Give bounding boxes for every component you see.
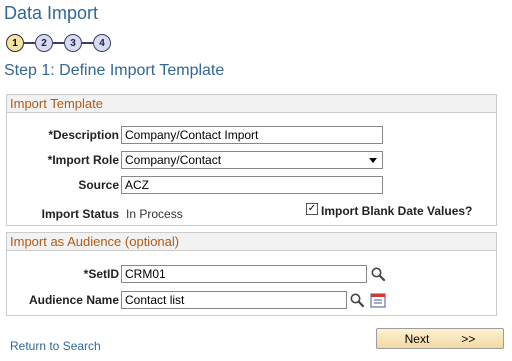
chevron-down-icon: [369, 157, 377, 163]
import-role-label: *Import Role: [47, 153, 119, 167]
step-1[interactable]: 1: [6, 34, 24, 52]
setid-label: *SetID: [83, 267, 119, 281]
search-icon[interactable]: [370, 266, 386, 282]
audience-name-field[interactable]: Contact list: [121, 291, 347, 309]
source-label: Source: [78, 178, 119, 192]
step-connector: [53, 42, 64, 44]
step-indicator: 1 2 3 4: [6, 34, 121, 52]
step-4[interactable]: 4: [93, 34, 111, 52]
next-label: Next: [404, 331, 430, 346]
description-field[interactable]: Company/Contact Import: [121, 126, 383, 144]
step-2[interactable]: 2: [35, 34, 53, 52]
import-status-label: Import Status: [41, 207, 119, 221]
setid-field[interactable]: CRM01: [121, 265, 367, 283]
source-field[interactable]: ACZ: [121, 176, 383, 194]
return-to-search-link[interactable]: Return to Search: [10, 339, 101, 353]
next-button[interactable]: Next >>: [376, 328, 504, 349]
next-arrows: >>: [461, 331, 476, 346]
step-3[interactable]: 3: [64, 34, 82, 52]
group-header: Import as Audience (optional): [7, 233, 496, 251]
step-connector: [82, 42, 93, 44]
import-role-value: Company/Contact: [125, 153, 222, 167]
import-blank-date-checkbox[interactable]: ✓: [306, 203, 318, 215]
import-blank-date-label: Import Blank Date Values?: [321, 204, 473, 218]
calendar-icon[interactable]: [370, 292, 386, 308]
audience-group: Import as Audience (optional) *SetID CRM…: [6, 232, 497, 316]
step-title: Step 1: Define Import Template: [4, 62, 225, 79]
import-role-select[interactable]: Company/Contact: [121, 151, 383, 169]
description-label: *Description: [48, 128, 119, 142]
search-icon[interactable]: [349, 292, 365, 308]
import-template-group: Import Template *Description Company/Con…: [6, 94, 497, 226]
import-status-value: In Process: [126, 207, 183, 221]
audience-name-label: Audience Name: [28, 293, 119, 307]
step-connector: [24, 42, 35, 44]
group-header: Import Template: [7, 95, 496, 113]
page-title: Data Import: [4, 3, 99, 23]
